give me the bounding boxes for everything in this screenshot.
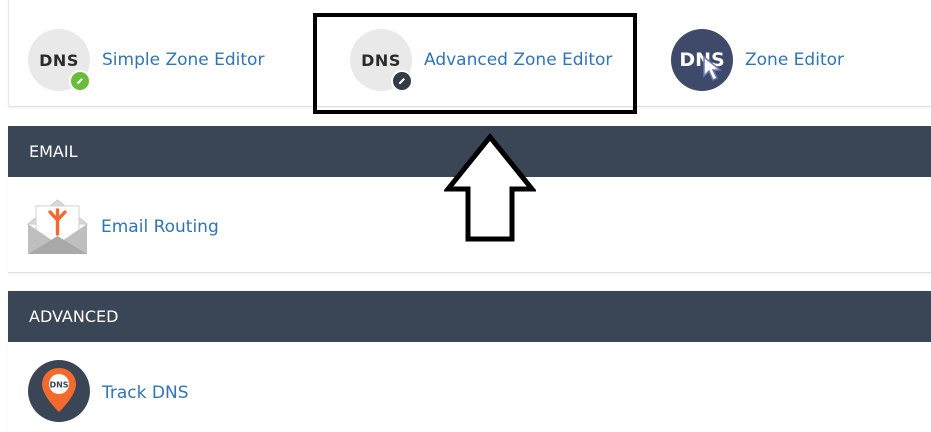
track-dns-label: Track DNS	[102, 383, 189, 403]
zone-editor-link[interactable]: DNS Zone Editor	[671, 29, 844, 91]
pencil-badge-icon	[69, 70, 91, 92]
envelope-routing-icon	[26, 194, 89, 260]
advanced-panel: ADVANCED DNS Track DNS	[8, 291, 931, 432]
advanced-section-header[interactable]: ADVANCED	[8, 291, 931, 342]
highlight-box	[313, 13, 637, 114]
simple-zone-editor-label: Simple Zone Editor	[102, 50, 265, 70]
track-dns-link[interactable]: DNS Track DNS	[28, 360, 189, 426]
up-arrow-icon	[444, 133, 536, 242]
dns-edit-icon: DNS	[28, 29, 91, 92]
zone-editor-label: Zone Editor	[745, 50, 844, 70]
email-routing-link[interactable]: Email Routing	[26, 194, 219, 260]
dns-cursor-icon: DNS	[671, 29, 733, 91]
email-routing-label: Email Routing	[101, 217, 219, 237]
cursor-icon	[703, 55, 723, 82]
svg-text:DNS: DNS	[49, 381, 68, 390]
map-pin-dns-icon: DNS	[28, 360, 90, 426]
simple-zone-editor-link[interactable]: DNS Simple Zone Editor	[28, 29, 265, 92]
